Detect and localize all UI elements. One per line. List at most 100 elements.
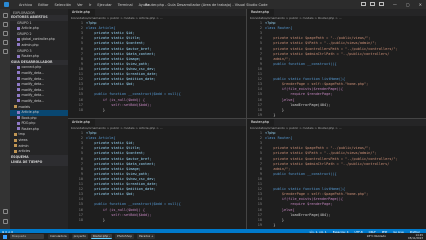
tab-router[interactable]: Router.php [247, 119, 274, 126]
run-debug-icon[interactable] [2, 40, 8, 45]
line-number: 5 [259, 151, 262, 156]
extensions-icon[interactable] [2, 49, 8, 54]
line-number: 6 [80, 46, 83, 51]
line-number: 1 [259, 131, 262, 135]
minimize-button[interactable]: — [393, 2, 397, 7]
toggle-panel-icon[interactable] [370, 2, 375, 6]
menu-edit[interactable]: Editar [38, 3, 48, 7]
taskbar-app[interactable]: Calculadora [48, 234, 69, 239]
customize-layout-icon[interactable] [379, 2, 384, 6]
taskbar-app[interactable]: proyecto [71, 234, 88, 239]
line-number: 19 [257, 112, 262, 117]
weather-widget[interactable]: 18°C Nublado [367, 234, 386, 239]
editor-group-bottom-right: Router.php bionodatos/ornamando > public… [247, 119, 426, 229]
tree-label: Router.php [21, 126, 39, 131]
line-number: 14 [257, 87, 262, 92]
code-line: private static $id; [86, 141, 135, 146]
code-line: private static $id; [86, 31, 135, 36]
line-number: 15 [257, 202, 262, 207]
tab-router[interactable]: Router.php [247, 9, 274, 16]
menu-go[interactable]: Ir [89, 3, 91, 7]
code-line: loadErrorPage(404); [265, 102, 331, 107]
close-button[interactable]: ✕ [419, 2, 422, 7]
toggle-sidebar-icon[interactable] [361, 2, 366, 6]
windows-start-icon[interactable] [3, 234, 7, 239]
taskbar-app[interactable]: PhotoShop [115, 234, 135, 239]
source-control-icon[interactable] [2, 31, 8, 36]
code-line: }else{ [265, 207, 295, 212]
code-line: private static $adminCtrlPath = "../publ… [265, 51, 390, 56]
taskbar-app-active[interactable]: Router.php - [90, 234, 113, 239]
code-line: private static $view_path; [86, 171, 150, 176]
line-number: 4 [259, 146, 262, 151]
taskbar-apps: Calculadora proyecto Router.php - PhotoS… [48, 234, 156, 239]
menu-run[interactable]: Ejecutar [97, 3, 111, 7]
line-number: 2 [259, 136, 262, 141]
code-line: } [265, 107, 284, 112]
menu-view[interactable]: Ver [77, 3, 83, 7]
tab-article[interactable]: Article.php [68, 9, 95, 16]
line-number: 2 [80, 136, 83, 141]
line-number: 5 [80, 41, 83, 46]
line-number: 4 [80, 146, 83, 151]
tree-label: modify_deta... [21, 98, 45, 103]
maximize-button[interactable]: ▢ [406, 2, 410, 7]
tab-article[interactable]: Article.php [68, 119, 95, 126]
menu-file[interactable]: Archivo [19, 3, 32, 7]
code-line: private static $autor_bref; [86, 46, 152, 51]
line-number: 9 [80, 61, 83, 66]
line-number: 7 [80, 51, 83, 56]
code-line: private static $bd; [86, 82, 135, 87]
editor-group-top-right: Router.php bionodatos/ornamando > public… [247, 9, 426, 119]
code-line: private static $pagePath = "../public/vi… [265, 146, 371, 151]
line-number: 11 [78, 182, 83, 186]
line-number: 9 [80, 171, 83, 176]
tree-label: tmp [18, 132, 25, 137]
code-line: private static $content; [86, 151, 146, 156]
code-line: private static $show_csc_dev; [86, 176, 156, 181]
search-icon[interactable] [2, 22, 8, 27]
menu-terminal[interactable]: Terminal [118, 3, 133, 7]
title-bar: Archivo Editar Selección Ver Ir Ejecutar… [0, 0, 426, 9]
line-number: 13 [257, 82, 262, 87]
line-number: 2 [80, 26, 83, 31]
menu-selection[interactable]: Selección [54, 3, 71, 7]
code-line: public function __construct(){ [265, 171, 337, 176]
gear-icon[interactable] [2, 219, 8, 224]
clock-date: 05/11/2023 [408, 236, 423, 240]
code-line: public function __construct($bdd = null)… [86, 92, 181, 97]
taskbar-search[interactable]: Búsqueda [10, 234, 44, 239]
line-number: 18 [78, 217, 83, 222]
code-line: self::setBdd($bdd); [86, 212, 152, 217]
line-number: 13 [78, 192, 83, 197]
code-line: private static $pagePath = "../public/vi… [265, 36, 371, 41]
php-file-icon [17, 127, 20, 131]
code-line: public function __construct($bdd = null)… [86, 202, 181, 207]
account-icon[interactable] [2, 209, 8, 214]
tree-label: models [18, 104, 31, 109]
line-number: 12 [257, 77, 262, 82]
line-number: 19 [257, 222, 262, 227]
code-line: private static $controllersPath = "../pu… [265, 46, 398, 51]
sidebar-section-header[interactable]: LÍNEA DE TIEMPO [10, 160, 68, 167]
line-number: 8 [259, 56, 262, 61]
code-line: private static $creation_date; [86, 182, 158, 186]
code-line: } [265, 222, 276, 227]
taskbar-app[interactable]: Paradox + [137, 234, 156, 239]
tree-label: modify_deta... [21, 82, 45, 87]
php-file-icon [17, 93, 20, 97]
line-number: 16 [257, 207, 262, 212]
explorer-icon[interactable] [2, 13, 8, 18]
code-line: if(file_exists($renderPage)){ [265, 87, 343, 92]
code-line: public function __construct(){ [265, 61, 337, 66]
line-number: 16 [78, 207, 83, 212]
menu-bar: Archivo Editar Selección Ver Ir Ejecutar… [19, 3, 149, 7]
line-number: 14 [257, 197, 262, 202]
editor-group-top-left: Article.php bionodatos/ornamando > publi… [68, 9, 247, 119]
vscode-logo-icon [4, 2, 9, 7]
code-line: private static $tPath = "../public/views… [265, 151, 377, 156]
tree-label: LÍNEA DE TIEMPO [11, 160, 43, 165]
system-clock[interactable]: 14:45 05/11/2023 [408, 234, 423, 240]
code-line: class Router{ [265, 136, 293, 141]
line-number: 11 [257, 182, 262, 186]
